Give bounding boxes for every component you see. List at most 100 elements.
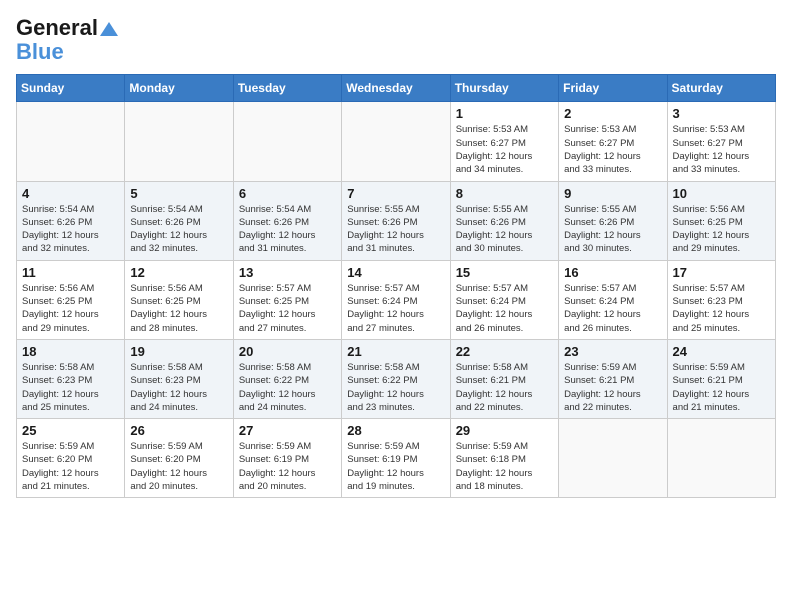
day-number: 3 bbox=[673, 106, 770, 121]
day-number: 21 bbox=[347, 344, 444, 359]
day-info: Sunrise: 5:59 AMSunset: 6:20 PMDaylight:… bbox=[22, 440, 119, 493]
day-number: 9 bbox=[564, 186, 661, 201]
calendar: SundayMondayTuesdayWednesdayThursdayFrid… bbox=[16, 74, 776, 498]
logo: General Blue bbox=[16, 16, 118, 64]
week-row-5: 25 Sunrise: 5:59 AMSunset: 6:20 PMDayligh… bbox=[17, 419, 776, 498]
day-info: Sunrise: 5:56 AMSunset: 6:25 PMDaylight:… bbox=[673, 203, 770, 256]
calendar-body: 1 Sunrise: 5:53 AMSunset: 6:27 PMDaylight… bbox=[17, 102, 776, 498]
day-number: 29 bbox=[456, 423, 553, 438]
day-info: Sunrise: 5:58 AMSunset: 6:23 PMDaylight:… bbox=[22, 361, 119, 414]
weekday-tuesday: Tuesday bbox=[233, 75, 341, 102]
calendar-cell: 26 Sunrise: 5:59 AMSunset: 6:20 PMDayligh… bbox=[125, 419, 233, 498]
day-info: Sunrise: 5:59 AMSunset: 6:20 PMDaylight:… bbox=[130, 440, 227, 493]
calendar-cell bbox=[342, 102, 450, 181]
day-info: Sunrise: 5:59 AMSunset: 6:21 PMDaylight:… bbox=[564, 361, 661, 414]
day-info: Sunrise: 5:53 AMSunset: 6:27 PMDaylight:… bbox=[456, 123, 553, 176]
calendar-cell: 12 Sunrise: 5:56 AMSunset: 6:25 PMDayligh… bbox=[125, 260, 233, 339]
week-row-1: 1 Sunrise: 5:53 AMSunset: 6:27 PMDaylight… bbox=[17, 102, 776, 181]
calendar-cell: 25 Sunrise: 5:59 AMSunset: 6:20 PMDayligh… bbox=[17, 419, 125, 498]
day-info: Sunrise: 5:55 AMSunset: 6:26 PMDaylight:… bbox=[456, 203, 553, 256]
day-info: Sunrise: 5:56 AMSunset: 6:25 PMDaylight:… bbox=[130, 282, 227, 335]
week-row-2: 4 Sunrise: 5:54 AMSunset: 6:26 PMDaylight… bbox=[17, 181, 776, 260]
day-info: Sunrise: 5:58 AMSunset: 6:21 PMDaylight:… bbox=[456, 361, 553, 414]
calendar-cell: 13 Sunrise: 5:57 AMSunset: 6:25 PMDayligh… bbox=[233, 260, 341, 339]
logo-text: General bbox=[16, 16, 118, 40]
weekday-monday: Monday bbox=[125, 75, 233, 102]
calendar-cell: 16 Sunrise: 5:57 AMSunset: 6:24 PMDayligh… bbox=[559, 260, 667, 339]
calendar-cell: 18 Sunrise: 5:58 AMSunset: 6:23 PMDayligh… bbox=[17, 339, 125, 418]
day-number: 1 bbox=[456, 106, 553, 121]
day-number: 13 bbox=[239, 265, 336, 280]
calendar-cell bbox=[233, 102, 341, 181]
calendar-cell: 1 Sunrise: 5:53 AMSunset: 6:27 PMDaylight… bbox=[450, 102, 558, 181]
calendar-cell: 19 Sunrise: 5:58 AMSunset: 6:23 PMDayligh… bbox=[125, 339, 233, 418]
day-number: 23 bbox=[564, 344, 661, 359]
day-info: Sunrise: 5:58 AMSunset: 6:22 PMDaylight:… bbox=[239, 361, 336, 414]
weekday-header-row: SundayMondayTuesdayWednesdayThursdayFrid… bbox=[17, 75, 776, 102]
day-number: 14 bbox=[347, 265, 444, 280]
day-info: Sunrise: 5:59 AMSunset: 6:21 PMDaylight:… bbox=[673, 361, 770, 414]
week-row-4: 18 Sunrise: 5:58 AMSunset: 6:23 PMDayligh… bbox=[17, 339, 776, 418]
weekday-friday: Friday bbox=[559, 75, 667, 102]
calendar-cell: 28Sunrise: 5:59 AMSunset: 6:19 PMDayligh… bbox=[342, 419, 450, 498]
day-number: 10 bbox=[673, 186, 770, 201]
day-info: Sunrise: 5:55 AMSunset: 6:26 PMDaylight:… bbox=[564, 203, 661, 256]
day-info: Sunrise: 5:55 AMSunset: 6:26 PMDaylight:… bbox=[347, 203, 444, 256]
day-info: Sunrise: 5:57 AMSunset: 6:23 PMDaylight:… bbox=[673, 282, 770, 335]
day-number: 20 bbox=[239, 344, 336, 359]
day-number: 2 bbox=[564, 106, 661, 121]
calendar-cell bbox=[667, 419, 775, 498]
day-info: Sunrise: 5:57 AMSunset: 6:24 PMDaylight:… bbox=[456, 282, 553, 335]
calendar-cell: 8 Sunrise: 5:55 AMSunset: 6:26 PMDaylight… bbox=[450, 181, 558, 260]
day-number: 7 bbox=[347, 186, 444, 201]
day-number: 12 bbox=[130, 265, 227, 280]
day-number: 16 bbox=[564, 265, 661, 280]
weekday-thursday: Thursday bbox=[450, 75, 558, 102]
weekday-saturday: Saturday bbox=[667, 75, 775, 102]
calendar-cell: 14 Sunrise: 5:57 AMSunset: 6:24 PMDayligh… bbox=[342, 260, 450, 339]
calendar-cell: 7 Sunrise: 5:55 AMSunset: 6:26 PMDaylight… bbox=[342, 181, 450, 260]
day-number: 26 bbox=[130, 423, 227, 438]
day-info: Sunrise: 5:59 AMSunset: 6:18 PMDaylight:… bbox=[456, 440, 553, 493]
day-number: 22 bbox=[456, 344, 553, 359]
day-number: 25 bbox=[22, 423, 119, 438]
logo-blue: Blue bbox=[16, 40, 64, 64]
day-number: 24 bbox=[673, 344, 770, 359]
day-info: Sunrise: 5:56 AMSunset: 6:25 PMDaylight:… bbox=[22, 282, 119, 335]
day-info: Sunrise: 5:58 AMSunset: 6:23 PMDaylight:… bbox=[130, 361, 227, 414]
day-number: 4 bbox=[22, 186, 119, 201]
day-number: 27 bbox=[239, 423, 336, 438]
calendar-cell: 10 Sunrise: 5:56 AMSunset: 6:25 PMDayligh… bbox=[667, 181, 775, 260]
day-number: 6 bbox=[239, 186, 336, 201]
calendar-cell bbox=[559, 419, 667, 498]
calendar-cell: 23 Sunrise: 5:59 AMSunset: 6:21 PMDayligh… bbox=[559, 339, 667, 418]
calendar-cell: 22 Sunrise: 5:58 AMSunset: 6:21 PMDayligh… bbox=[450, 339, 558, 418]
calendar-cell: 5 Sunrise: 5:54 AMSunset: 6:26 PMDaylight… bbox=[125, 181, 233, 260]
calendar-cell: 27 Sunrise: 5:59 AMSunset: 6:19 PMDayligh… bbox=[233, 419, 341, 498]
day-info: Sunrise: 5:57 AMSunset: 6:24 PMDaylight:… bbox=[347, 282, 444, 335]
day-info: Sunrise: 5:59 AMSunset: 6:19 PMDaylight:… bbox=[239, 440, 336, 493]
day-info: Sunrise: 5:54 AMSunset: 6:26 PMDaylight:… bbox=[239, 203, 336, 256]
day-info: Sunrise: 5:58 AMSunset: 6:22 PMDaylight:… bbox=[347, 361, 444, 414]
calendar-cell: 2 Sunrise: 5:53 AMSunset: 6:27 PMDaylight… bbox=[559, 102, 667, 181]
day-info: Sunrise: 5:57 AMSunset: 6:24 PMDaylight:… bbox=[564, 282, 661, 335]
calendar-cell: 17 Sunrise: 5:57 AMSunset: 6:23 PMDayligh… bbox=[667, 260, 775, 339]
day-number: 15 bbox=[456, 265, 553, 280]
day-info: Sunrise: 5:54 AMSunset: 6:26 PMDaylight:… bbox=[130, 203, 227, 256]
week-row-3: 11 Sunrise: 5:56 AMSunset: 6:25 PMDayligh… bbox=[17, 260, 776, 339]
day-info: Sunrise: 5:57 AMSunset: 6:25 PMDaylight:… bbox=[239, 282, 336, 335]
calendar-cell: 15 Sunrise: 5:57 AMSunset: 6:24 PMDayligh… bbox=[450, 260, 558, 339]
calendar-cell: 4Sunrise: 5:54 AMSunset: 6:26 PMDaylight… bbox=[17, 181, 125, 260]
day-number: 18 bbox=[22, 344, 119, 359]
day-number: 19 bbox=[130, 344, 227, 359]
day-info: Sunrise: 5:53 AMSunset: 6:27 PMDaylight:… bbox=[564, 123, 661, 176]
day-number: 5 bbox=[130, 186, 227, 201]
day-info: Sunrise: 5:59 AMSunset: 6:19 PMDaylight:… bbox=[347, 440, 444, 493]
day-info: Sunrise: 5:53 AMSunset: 6:27 PMDaylight:… bbox=[673, 123, 770, 176]
calendar-cell bbox=[125, 102, 233, 181]
calendar-cell: 6 Sunrise: 5:54 AMSunset: 6:26 PMDaylight… bbox=[233, 181, 341, 260]
day-number: 11 bbox=[22, 265, 119, 280]
header: General Blue bbox=[16, 16, 776, 64]
day-number: 8 bbox=[456, 186, 553, 201]
day-number: 17 bbox=[673, 265, 770, 280]
